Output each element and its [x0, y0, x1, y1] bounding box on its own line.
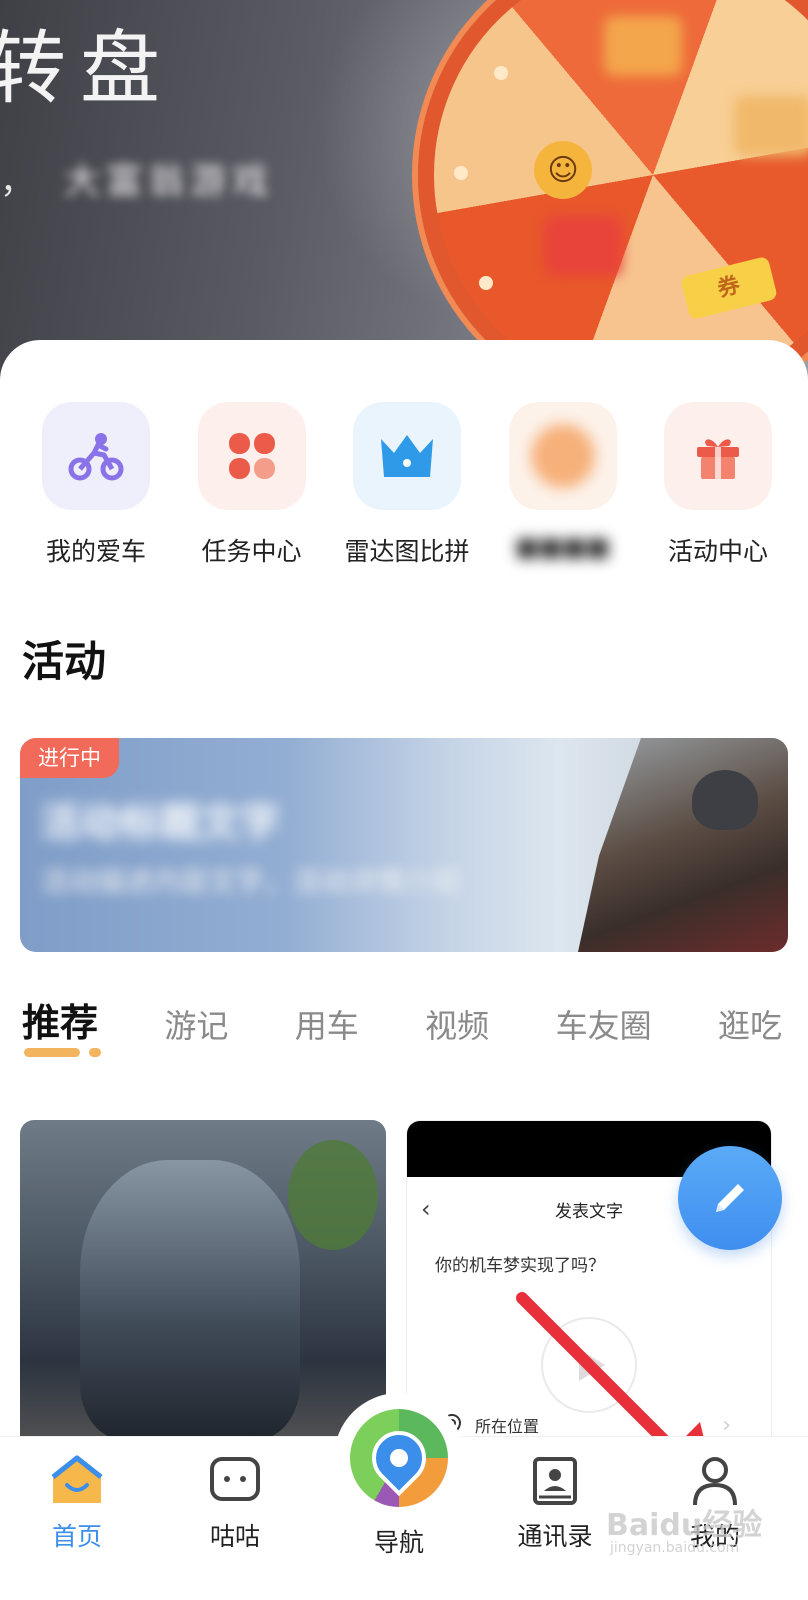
four-petal-grid-icon: [197, 402, 306, 510]
tab-video[interactable]: 视频: [425, 1001, 489, 1047]
nav-contacts[interactable]: 通讯录: [490, 1455, 620, 1553]
compose-button[interactable]: [678, 1146, 782, 1250]
section-title-activity: 活动: [22, 637, 107, 686]
shortcut-label: 我的爱车: [45, 537, 146, 566]
shortcut-label: 活动中心: [667, 537, 768, 566]
nav-label: 咕咕: [209, 1522, 260, 1551]
wheel-prize-icon: [604, 16, 682, 76]
watermark: Baidu经验: [606, 1508, 763, 1543]
shortcut-radar-compare[interactable]: 雷达图比拼: [331, 402, 483, 568]
helmet-image: [692, 770, 758, 830]
blurred-icon: [508, 402, 617, 510]
banner-subtitle-blurred: 大富翁游戏: [64, 161, 275, 202]
nav-navigation-button[interactable]: [334, 1393, 464, 1523]
tab-rider-circle[interactable]: 车友圈: [556, 1001, 652, 1047]
tab-travel-notes[interactable]: 游记: [164, 1001, 228, 1047]
banner-title: 转盘: [0, 22, 174, 115]
banner-subtitle-prefix: ，: [0, 161, 34, 202]
shortcut-activity-center[interactable]: 活动中心: [642, 402, 794, 568]
shortcut-label: 雷达图比拼: [344, 537, 470, 566]
watermark-url: jingyan.baidu.com: [610, 1540, 740, 1556]
back-icon: ‹: [421, 1195, 431, 1223]
gift-icon: [664, 402, 772, 510]
activity-description: 活动描述内容文字，活动详情介绍: [40, 865, 461, 898]
crown-icon: [353, 402, 461, 510]
wheel-prize-icon: [544, 216, 622, 276]
wheel-prize-icon: [734, 96, 808, 156]
status-badge: 进行中: [20, 738, 119, 778]
tab-indicator-bar: [24, 1048, 80, 1057]
wheel-dot: [494, 66, 508, 80]
nav-home[interactable]: 首页: [12, 1455, 142, 1553]
chat-bubble-icon: [210, 1457, 260, 1501]
plant-image: [288, 1140, 378, 1250]
location-label: 所在位置: [475, 1417, 540, 1436]
nav-label: 首页: [51, 1522, 102, 1551]
tab-indicator: [24, 1042, 102, 1061]
home-icon: [51, 1455, 103, 1503]
nav-navigation[interactable]: 导航: [334, 1523, 464, 1559]
contacts-icon: [533, 1457, 577, 1505]
chevron-right-icon: ›: [722, 1413, 731, 1438]
play-icon: [541, 1317, 637, 1413]
shortcut-blurred[interactable]: ■■■■: [487, 402, 639, 568]
nav-gugu[interactable]: 咕咕: [170, 1455, 300, 1553]
wheel-dot: [479, 276, 493, 290]
main-content: 我的爱车 任务中心 雷达图比拼 ■■■■ 活动中心 活动 进行中 活动标题文字 …: [0, 340, 808, 1465]
shortcut-row: 我的爱车 任务中心 雷达图比拼 ■■■■ 活动中心: [0, 402, 808, 568]
tab-food[interactable]: 逛吃: [718, 1001, 782, 1047]
tab-indicator-dot: [89, 1048, 102, 1057]
tab-recommend[interactable]: 推荐: [22, 992, 98, 1047]
activity-card[interactable]: 进行中 活动标题文字 活动描述内容文字，活动详情介绍: [20, 738, 788, 952]
content-tabs: 推荐 游记 用车 视频 车友圈 逛吃: [22, 992, 782, 1047]
ticket-icon: 券: [680, 255, 778, 321]
navigation-pin-icon: [350, 1409, 448, 1507]
blurred-icon-shape: [530, 424, 595, 488]
rider-photo: [578, 738, 788, 952]
shortcut-my-car[interactable]: 我的爱车: [20, 402, 172, 568]
feed-card-motorcycle[interactable]: [20, 1120, 386, 1465]
motorcycle-photo: [80, 1160, 300, 1440]
banner-subtitle: ， 大富翁游戏: [0, 152, 274, 204]
nav-label: 导航: [373, 1528, 424, 1557]
shortcut-label: ■■■■: [515, 532, 610, 561]
post-header-title: 发表文字: [555, 1201, 623, 1222]
activity-title: 活动标题文字: [40, 800, 280, 846]
pencil-icon: [716, 1184, 744, 1212]
motorbike-rider-icon: [42, 402, 150, 510]
wheel-dot: [454, 166, 468, 180]
smile-icon: ☺: [534, 141, 592, 199]
shortcut-task-center[interactable]: 任务中心: [176, 402, 328, 568]
shortcut-label: 任务中心: [201, 537, 302, 566]
tab-car-use[interactable]: 用车: [295, 1001, 359, 1047]
nav-label: 通讯录: [517, 1522, 593, 1551]
